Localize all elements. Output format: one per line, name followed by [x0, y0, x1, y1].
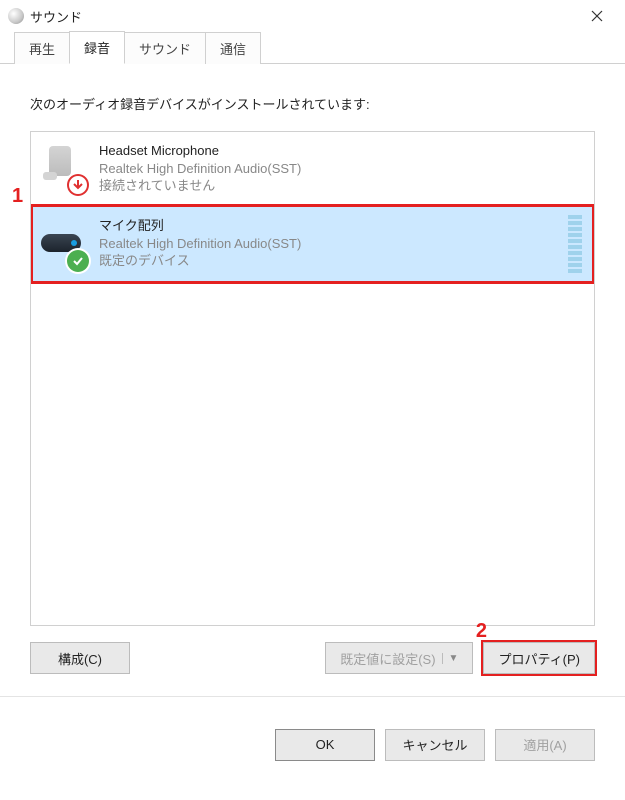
device-icon-mic-array — [37, 220, 85, 268]
annotation-2: 2 — [476, 620, 487, 643]
tab-sounds[interactable]: サウンド — [124, 32, 206, 64]
default-device-icon — [67, 250, 89, 272]
configure-button[interactable]: 構成(C) — [30, 642, 130, 674]
disconnected-icon — [67, 174, 89, 196]
config-button-row: 構成(C) 既定値に設定(S) ▼ 2 プロパティ(P) — [30, 642, 595, 674]
device-driver: Realtek High Definition Audio(SST) — [99, 235, 554, 253]
level-meter — [568, 215, 582, 273]
tab-recording[interactable]: 録音 — [69, 31, 125, 64]
close-button[interactable] — [577, 0, 617, 32]
annotation-1: 1 — [12, 185, 23, 208]
app-icon — [8, 8, 24, 24]
tab-communications[interactable]: 通信 — [205, 32, 261, 64]
apply-button[interactable]: 適用(A) — [495, 729, 595, 761]
instruction-text: 次のオーディオ録音デバイスがインストールされています: — [30, 94, 595, 113]
device-name: Headset Microphone — [99, 142, 582, 160]
set-default-label: 既定値に設定(S) — [340, 649, 435, 668]
device-item-mic-array[interactable]: マイク配列 Realtek High Definition Audio(SST)… — [31, 205, 594, 283]
device-status: 既定のデバイス — [99, 252, 554, 270]
dialog-button-row: OK キャンセル 適用(A) — [0, 696, 625, 768]
close-icon — [591, 10, 603, 22]
set-default-button[interactable]: 既定値に設定(S) ▼ — [325, 642, 473, 674]
device-item-headset[interactable]: Headset Microphone Realtek High Definiti… — [31, 132, 594, 205]
tab-strip: 再生 録音 サウンド 通信 — [0, 32, 625, 64]
tab-playback[interactable]: 再生 — [14, 32, 70, 64]
device-status: 接続されていません — [99, 177, 582, 195]
tab-content: 次のオーディオ録音デバイスがインストールされています: 1 Headset Mi… — [0, 64, 625, 674]
cancel-button[interactable]: キャンセル — [385, 729, 485, 761]
device-list[interactable]: Headset Microphone Realtek High Definiti… — [30, 131, 595, 626]
ok-button[interactable]: OK — [275, 729, 375, 761]
properties-button[interactable]: プロパティ(P) — [483, 642, 595, 674]
device-text: Headset Microphone Realtek High Definiti… — [99, 142, 582, 195]
device-name: マイク配列 — [99, 217, 554, 235]
chevron-down-icon: ▼ — [442, 653, 459, 664]
device-driver: Realtek High Definition Audio(SST) — [99, 160, 582, 178]
window-title: サウンド — [30, 7, 577, 26]
title-bar: サウンド — [0, 0, 625, 32]
device-text: マイク配列 Realtek High Definition Audio(SST)… — [99, 217, 554, 270]
device-icon-headset — [37, 144, 85, 192]
